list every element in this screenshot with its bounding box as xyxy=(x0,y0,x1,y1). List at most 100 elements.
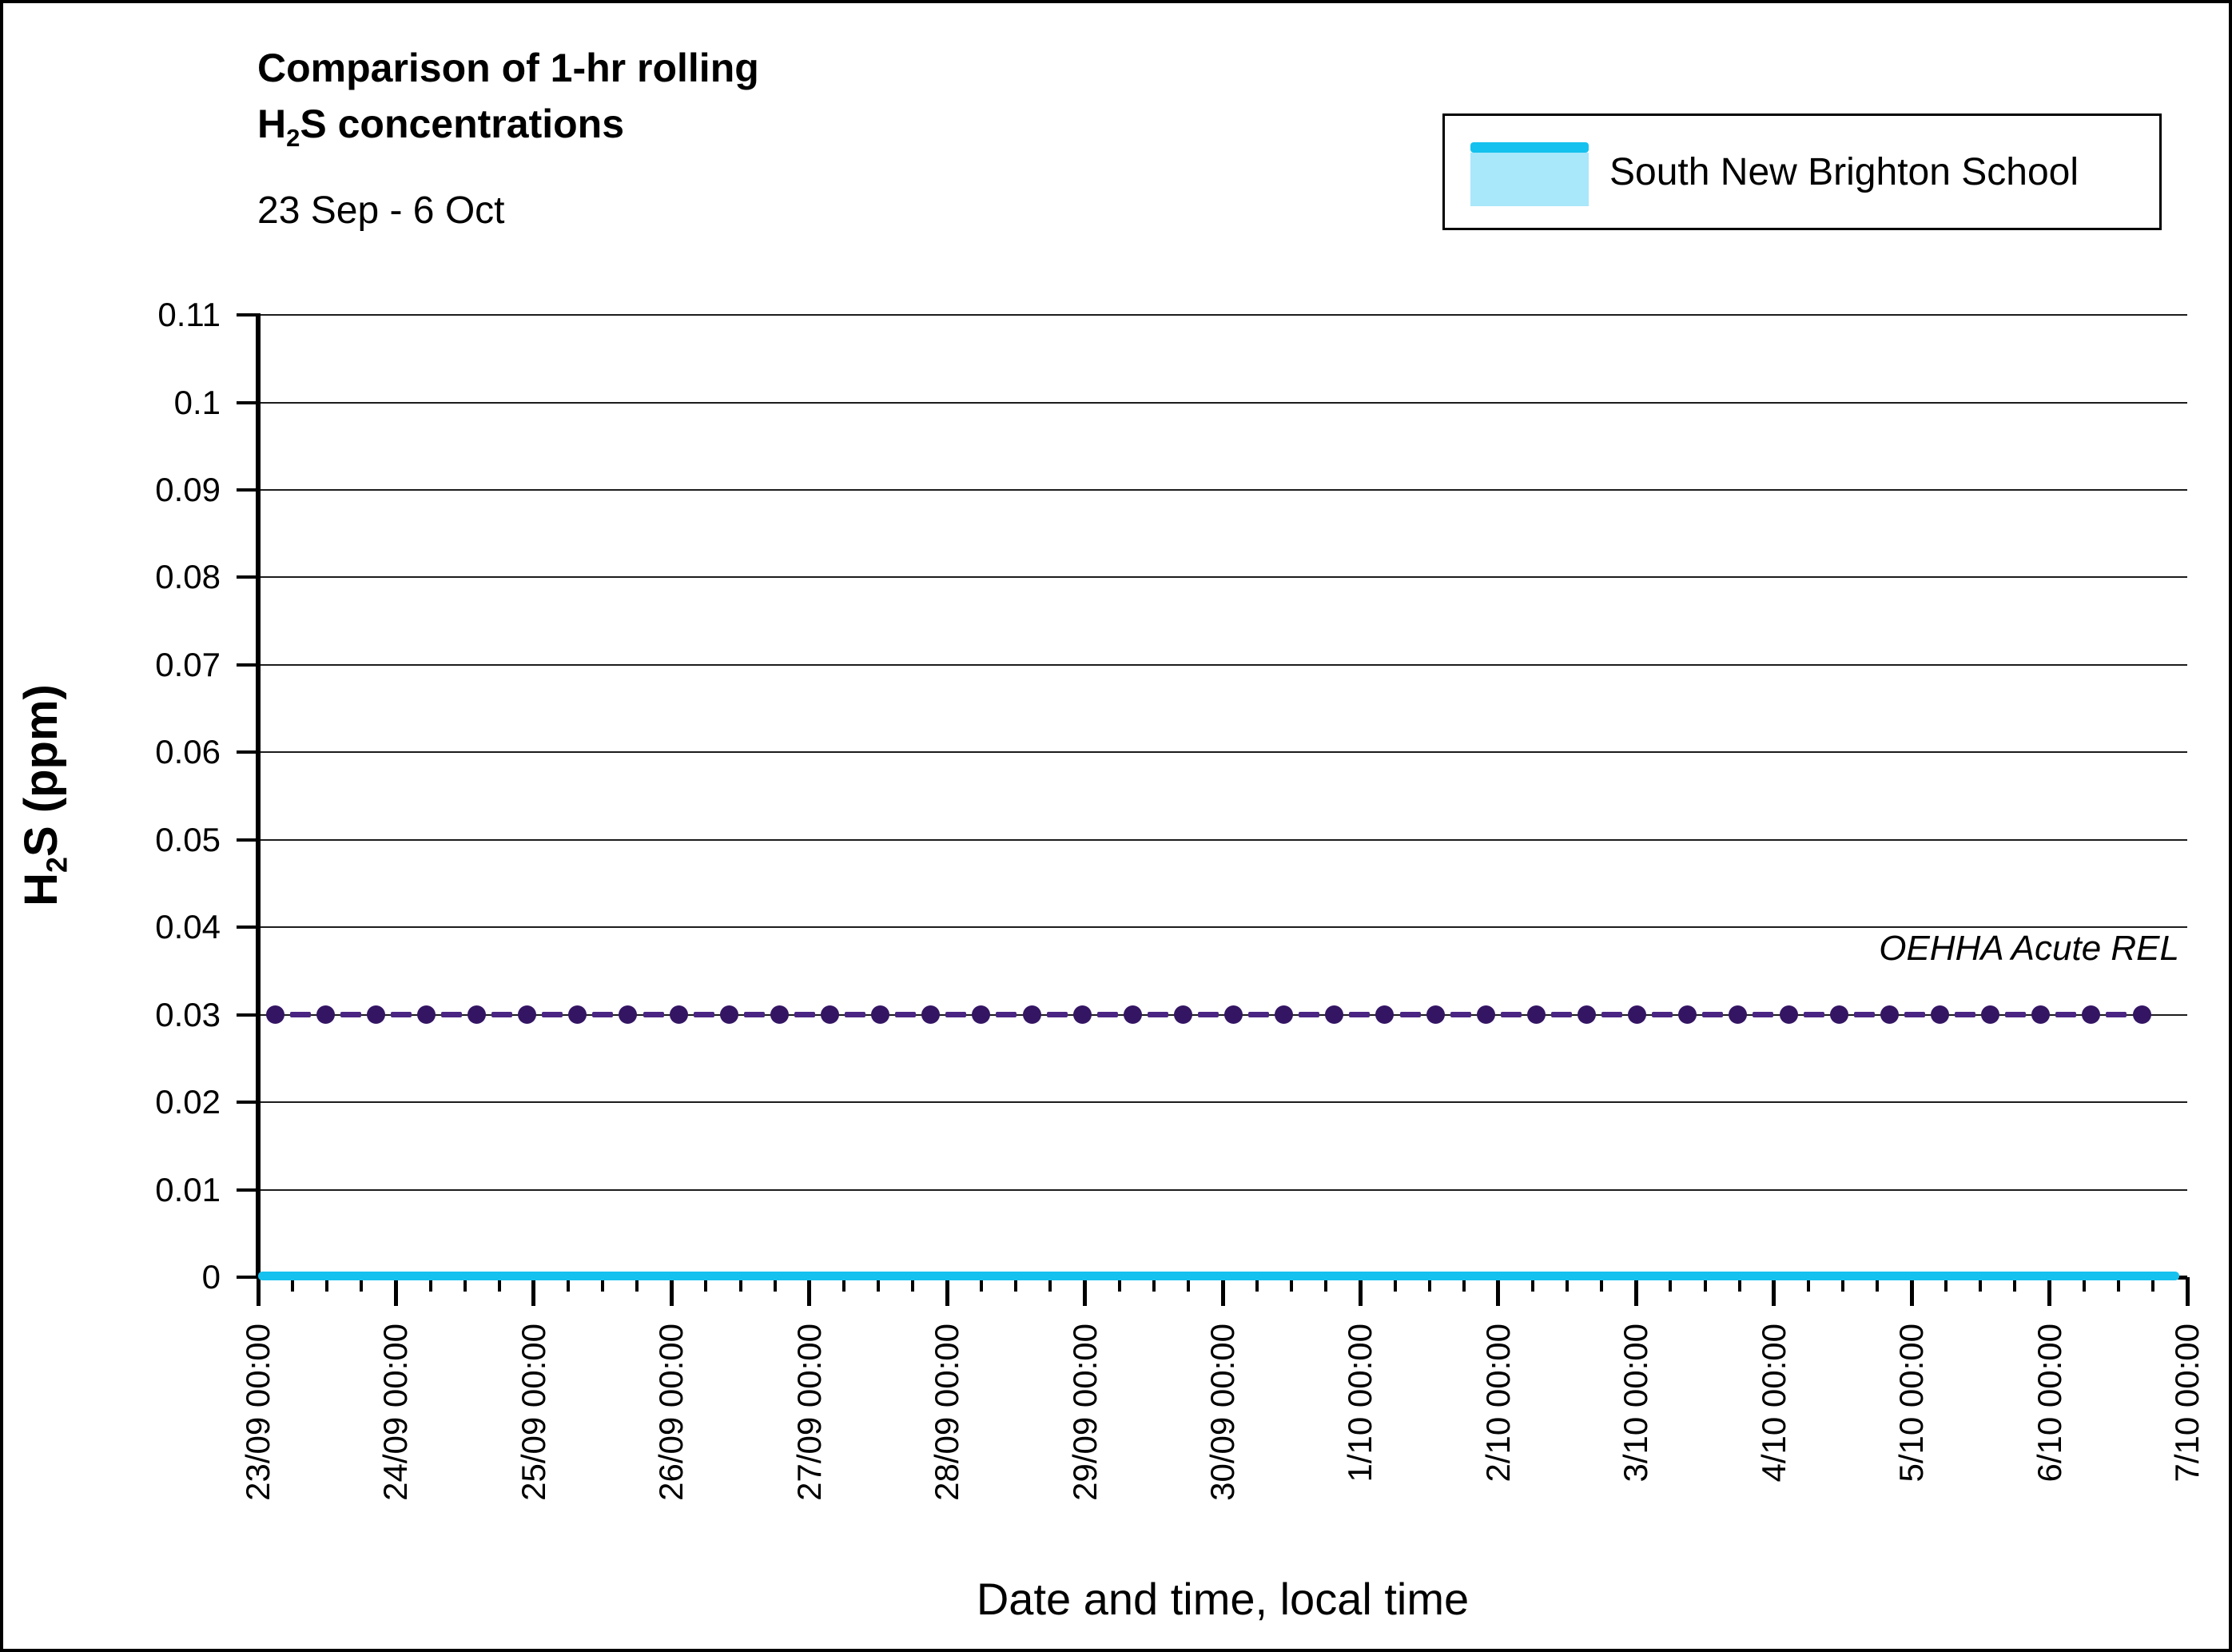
rel-marker xyxy=(1981,1005,2000,1025)
x-tick-label: 6/10 00:00 xyxy=(2030,1324,2068,1483)
x-tick-major xyxy=(1358,1277,1363,1306)
chart-title-line2: H2S concentrations xyxy=(257,102,624,152)
rel-dash xyxy=(1399,1012,1421,1018)
y-tick xyxy=(237,750,256,754)
rel-dash xyxy=(743,1012,765,1018)
rel-marker xyxy=(770,1005,789,1025)
rel-dash xyxy=(996,1012,1017,1018)
legend-swatch-fill xyxy=(1470,153,1589,206)
y-tick-label: 0 xyxy=(201,1258,221,1296)
rel-marker xyxy=(820,1005,839,1025)
x-tick-label: 3/10 00:00 xyxy=(1617,1324,1655,1483)
y-tick xyxy=(237,1276,256,1279)
x-tick-major xyxy=(1496,1277,1501,1306)
rel-marker xyxy=(1325,1005,1344,1025)
rel-marker xyxy=(619,1005,638,1025)
y-tick-label: 0.07 xyxy=(155,645,221,683)
rel-marker xyxy=(2031,1005,2051,1025)
rel-marker xyxy=(1476,1005,1495,1025)
y-tick xyxy=(237,575,256,579)
rel-dash xyxy=(945,1012,967,1018)
y-tick xyxy=(237,313,256,317)
x-axis-title: Date and time, local time xyxy=(976,1574,1470,1624)
rel-dash xyxy=(340,1012,361,1018)
rel-dash xyxy=(592,1012,614,1018)
y-axis-title: H2S (ppm) xyxy=(15,684,74,906)
series-line-south-new-brighton xyxy=(258,1272,2179,1280)
x-tick-major xyxy=(807,1277,812,1306)
rel-marker xyxy=(2082,1005,2101,1025)
rel-dash xyxy=(1147,1012,1168,1018)
rel-dash xyxy=(491,1012,513,1018)
rel-marker xyxy=(518,1005,537,1025)
x-tick-label: 26/09 00:00 xyxy=(652,1324,690,1501)
legend-swatch-line xyxy=(1470,142,1589,153)
rel-marker xyxy=(1275,1005,1294,1025)
rel-marker xyxy=(366,1005,385,1025)
gridline xyxy=(258,401,2187,404)
rel-dash xyxy=(895,1012,917,1018)
y-tick xyxy=(237,838,256,842)
rel-dash xyxy=(1046,1012,1068,1018)
x-tick-major xyxy=(945,1277,949,1306)
x-tick-label: 30/09 00:00 xyxy=(1204,1324,1241,1501)
legend-swatch xyxy=(1470,142,1589,206)
rel-marker xyxy=(1678,1005,1697,1025)
x-tick-major xyxy=(1772,1277,1776,1306)
gridline xyxy=(258,663,2187,666)
y-axis-line xyxy=(256,313,261,1279)
y-tick-label: 0.02 xyxy=(155,1083,221,1121)
rel-marker xyxy=(972,1005,991,1025)
x-tick-major xyxy=(1220,1277,1225,1306)
x-tick-label: 27/09 00:00 xyxy=(790,1324,828,1501)
rel-dash xyxy=(440,1012,462,1018)
rel-marker xyxy=(568,1005,587,1025)
rel-dash xyxy=(2106,1012,2127,1018)
x-tick-label: 4/10 00:00 xyxy=(1754,1324,1792,1483)
rel-dash xyxy=(542,1012,563,1018)
rel-marker xyxy=(1173,1005,1192,1025)
rel-marker xyxy=(316,1005,335,1025)
rel-marker xyxy=(1375,1005,1395,1025)
legend-label: South New Brighton School xyxy=(1609,150,2079,193)
rel-marker xyxy=(921,1005,941,1025)
rel-marker xyxy=(1426,1005,1445,1025)
x-tick-label: 25/09 00:00 xyxy=(514,1324,552,1501)
rel-marker xyxy=(265,1005,284,1025)
rel-marker xyxy=(416,1005,436,1025)
y-tick-label: 0.03 xyxy=(155,995,221,1033)
rel-annotation: OEHHA Acute REL xyxy=(1879,929,2179,968)
rel-marker xyxy=(2132,1005,2151,1025)
rel-marker xyxy=(871,1005,890,1025)
gridline xyxy=(258,1101,2187,1104)
y-tick-label: 0.04 xyxy=(155,908,221,946)
rel-dash xyxy=(2005,1012,2027,1018)
chart-container: Comparison of 1-hr rolling H2S concentra… xyxy=(0,0,2232,1652)
gridline xyxy=(258,926,2187,929)
y-tick-label: 0.08 xyxy=(155,558,221,596)
rel-marker xyxy=(1526,1005,1546,1025)
rel-marker xyxy=(1779,1005,1798,1025)
rel-marker xyxy=(1880,1005,1899,1025)
rel-marker xyxy=(467,1005,487,1025)
y-tick-label: 0.05 xyxy=(155,820,221,858)
rel-dash xyxy=(643,1012,664,1018)
gridline xyxy=(258,1188,2187,1191)
x-tick-major xyxy=(531,1277,536,1306)
rel-marker xyxy=(1930,1005,1949,1025)
y-tick xyxy=(237,400,256,404)
rel-dash xyxy=(1349,1012,1371,1018)
rel-dash xyxy=(289,1012,311,1018)
x-tick-major xyxy=(256,1277,261,1306)
rel-marker xyxy=(1578,1005,1596,1025)
legend: South New Brighton School xyxy=(1442,113,2162,230)
rel-dash xyxy=(1096,1012,1118,1018)
rel-marker xyxy=(1729,1005,1748,1025)
y-tick xyxy=(237,488,256,492)
gridline xyxy=(258,838,2187,841)
rel-dash xyxy=(1550,1012,1572,1018)
rel-dash xyxy=(1904,1012,1925,1018)
x-tick-label: 5/10 00:00 xyxy=(1892,1324,1931,1483)
rel-marker xyxy=(1123,1005,1142,1025)
x-tick-major xyxy=(2185,1277,2190,1306)
